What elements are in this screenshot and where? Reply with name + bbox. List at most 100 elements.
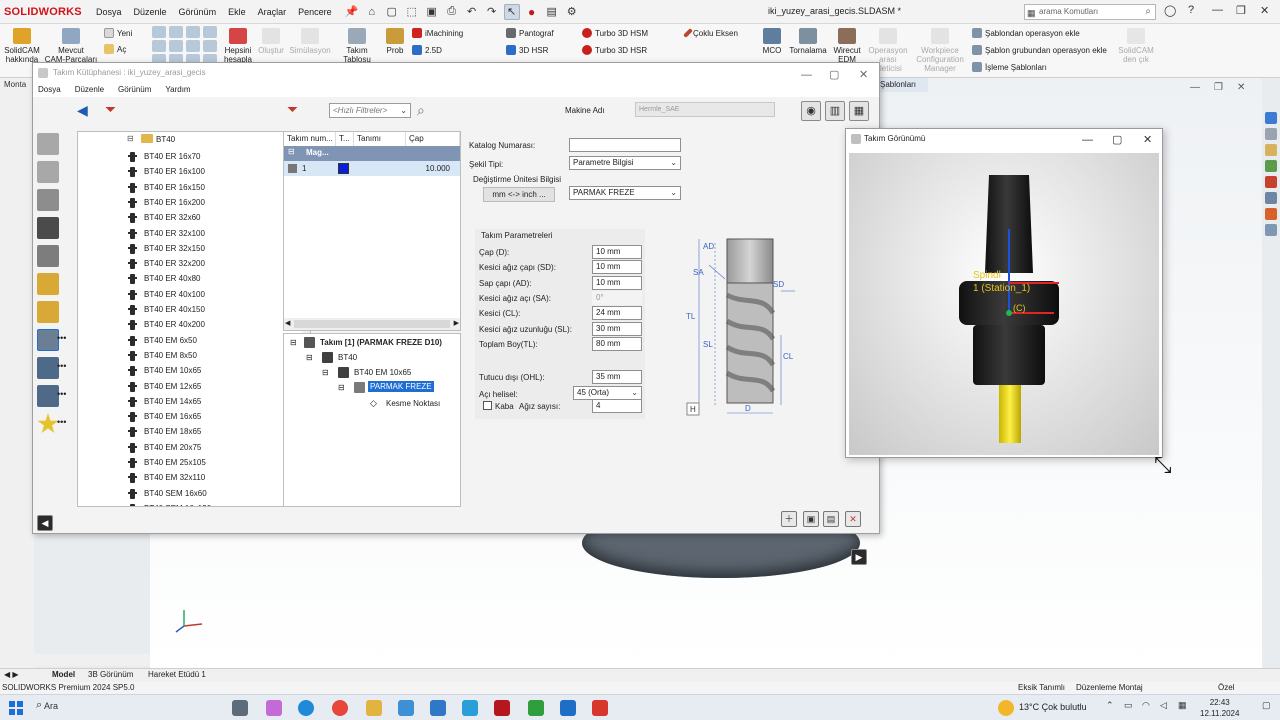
open-button[interactable]: Aç <box>104 44 126 54</box>
param-value-input[interactable]: 30 mm <box>592 321 642 336</box>
tool-3d-viewport[interactable]: Spindl 1 (Station_1) (C) <box>849 153 1159 455</box>
new-button[interactable]: Yeni <box>104 28 132 38</box>
param-value-input[interactable]: 10 mm <box>592 245 642 259</box>
holder-row[interactable]: BT40 EM 12x65 <box>78 379 304 394</box>
tab-3d-view[interactable]: 3B Görünüm <box>88 670 133 679</box>
tool-grid-icon[interactable] <box>37 385 59 407</box>
dialog-maximize-icon[interactable]: ▢ <box>829 65 839 85</box>
holder-row[interactable]: BT40 ER 32x150 <box>78 241 304 256</box>
montaj-tab[interactable]: Monta <box>4 80 26 89</box>
windows-start-icon[interactable] <box>9 701 23 715</box>
prev-arrow-icon[interactable]: ◀ <box>37 515 53 531</box>
edge-icon[interactable] <box>298 700 314 716</box>
holder-row[interactable]: BT40 ER 40x200 <box>78 317 304 332</box>
holder-row[interactable]: BT40 ER 16x150 <box>78 180 304 195</box>
view-palette-icon[interactable] <box>1265 160 1277 172</box>
param-value-input[interactable]: 80 mm <box>592 336 642 351</box>
magazine-group-row[interactable]: ⊟ Mag... <box>284 146 460 161</box>
menu-gorunum[interactable]: Görünüm <box>173 7 223 17</box>
next-arrow-icon[interactable]: ▶ <box>851 549 867 565</box>
holder-row[interactable]: BT40 EM 14x65 <box>78 394 304 409</box>
menu-ekle[interactable]: Ekle <box>222 7 252 17</box>
tl-menu-gorunum[interactable]: Görünüm <box>118 83 151 97</box>
collapse-icon[interactable]: ⊟ <box>127 134 134 143</box>
file-properties-icon[interactable]: ▤ <box>544 4 560 20</box>
store-icon[interactable] <box>398 700 414 716</box>
tv-minimize-icon[interactable]: — <box>1082 130 1093 150</box>
dialog-close-icon[interactable]: ✕ <box>859 65 868 85</box>
traffic-light-icon[interactable]: ● <box>524 4 540 20</box>
holder-row[interactable]: BT40 ER 32x100 <box>78 226 304 241</box>
tool-table[interactable]: Takım num... T... Tanımı Çap ⊟ Mag... 1 … <box>283 131 461 331</box>
appearance-icon[interactable] <box>1265 176 1277 188</box>
holder-row[interactable]: BT40 EM 32x110 <box>78 470 304 485</box>
holder-row[interactable]: BT40 EM 10x65 <box>78 363 304 378</box>
3d-hsr-button[interactable]: 3D HSR <box>506 45 548 55</box>
op-icon[interactable] <box>152 26 166 38</box>
lathe-tool-type-icon[interactable] <box>37 245 59 267</box>
multi-axis-button[interactable]: Çoklu Eksen <box>683 28 738 38</box>
close-icon[interactable]: ✕ <box>1260 4 1269 17</box>
collapse-icon[interactable]: ⊟ <box>322 368 329 377</box>
filter-off-icon[interactable]: ⏷ <box>105 101 116 118</box>
param-value-input[interactable]: 0° <box>592 290 642 305</box>
add-from-template-button[interactable]: Şablondan operasyon ekle <box>972 28 1080 38</box>
minimize-icon[interactable]: — <box>1212 4 1223 16</box>
taskbar-search[interactable]: Ara <box>44 701 58 711</box>
generate-button[interactable]: Oluştur <box>256 28 286 55</box>
maximize-icon[interactable]: ❐ <box>1236 4 1246 17</box>
mco-button[interactable]: MCO <box>760 28 784 55</box>
doc-minimize-icon[interactable]: — <box>1190 82 1200 93</box>
workpiece-config-button[interactable]: Workpiece Configuration Manager <box>914 28 966 73</box>
op-icon[interactable] <box>186 26 200 38</box>
undo-icon[interactable]: ↶ <box>464 4 480 20</box>
filter-remove-icon[interactable]: ⏷ <box>287 101 298 118</box>
tl-menu-duzenle[interactable]: Düzenle <box>75 83 104 97</box>
rough-checkbox[interactable] <box>483 401 492 410</box>
op-icon[interactable] <box>169 26 183 38</box>
add-tool-icon[interactable]: ＋ <box>781 511 797 527</box>
param-value-input[interactable]: 10 mm <box>592 275 642 290</box>
select-pointer-icon[interactable]: ↖ <box>503 3 520 20</box>
tv-maximize-icon[interactable]: ▢ <box>1112 130 1122 150</box>
tool-type-select[interactable]: PARMAK FREZE ⌄ <box>569 186 681 200</box>
cutting-point-node[interactable]: Kesme Noktası <box>386 399 440 408</box>
op-icon[interactable] <box>152 40 166 52</box>
drill-type-icon[interactable] <box>37 161 59 183</box>
copilot-icon[interactable] <box>266 700 282 716</box>
more-options-icon[interactable]: ••• <box>57 389 66 399</box>
delete-tool-icon[interactable]: ✕ <box>845 511 861 527</box>
tab-model[interactable]: Model <box>52 670 75 679</box>
nav-arrows-icon[interactable]: ◀ ▶ <box>4 670 19 679</box>
end-mill-type-icon[interactable] <box>37 133 59 155</box>
holder-row[interactable]: BT40 ER 32x60 <box>78 210 304 225</box>
holder-row[interactable]: BT40 ER 16x70 <box>78 149 304 164</box>
holder-row[interactable]: BT40 SEM 16x120 <box>78 501 304 506</box>
scroll-right-icon[interactable]: ▶ <box>454 319 459 327</box>
machining-templates-button[interactable]: İşleme Şablonları <box>972 62 1047 72</box>
turbo-3d-hsm-button[interactable]: Turbo 3D HSM <box>582 28 648 38</box>
collapse-icon[interactable]: ⊟ <box>338 383 345 392</box>
current-cam-parts-button[interactable]: Mevcut CAM-Parçaları <box>44 28 98 64</box>
more-options-icon[interactable]: ••• <box>57 417 66 427</box>
param-value-input[interactable]: 10 mm <box>592 260 642 275</box>
wirecut-edm-button[interactable]: Wirecut EDM <box>832 28 862 64</box>
doc-close-icon[interactable]: ✕ <box>1237 82 1245 93</box>
tab-motion-study[interactable]: Hareket Etüdü 1 <box>148 670 206 679</box>
turning-button[interactable]: Tornalama <box>788 28 828 55</box>
holder-row[interactable]: BT40 ER 16x200 <box>78 195 304 210</box>
holder-row[interactable]: BT40 ER 40x150 <box>78 302 304 317</box>
holder-row[interactable]: BT40 ER 32x200 <box>78 256 304 271</box>
camtasia-icon[interactable] <box>528 700 544 716</box>
search-icon[interactable]: ⌕ <box>36 699 42 712</box>
holder-row[interactable]: BT40 EM 25x105 <box>78 455 304 470</box>
media-player-icon[interactable] <box>560 700 576 716</box>
tray-chevron-icon[interactable]: ⌃ <box>1106 700 1114 711</box>
imachining-button[interactable]: iMachining <box>412 28 463 38</box>
user-icon[interactable]: ◯ <box>1164 4 1176 17</box>
language-icon[interactable]: ▦ <box>1178 700 1187 711</box>
col-type[interactable]: T... <box>336 132 354 146</box>
home-task-icon[interactable] <box>1265 112 1277 124</box>
solidcam-exit-button[interactable]: SolidCAM den çık <box>1116 28 1156 64</box>
tool-info-icon[interactable]: ▦ <box>849 101 869 121</box>
